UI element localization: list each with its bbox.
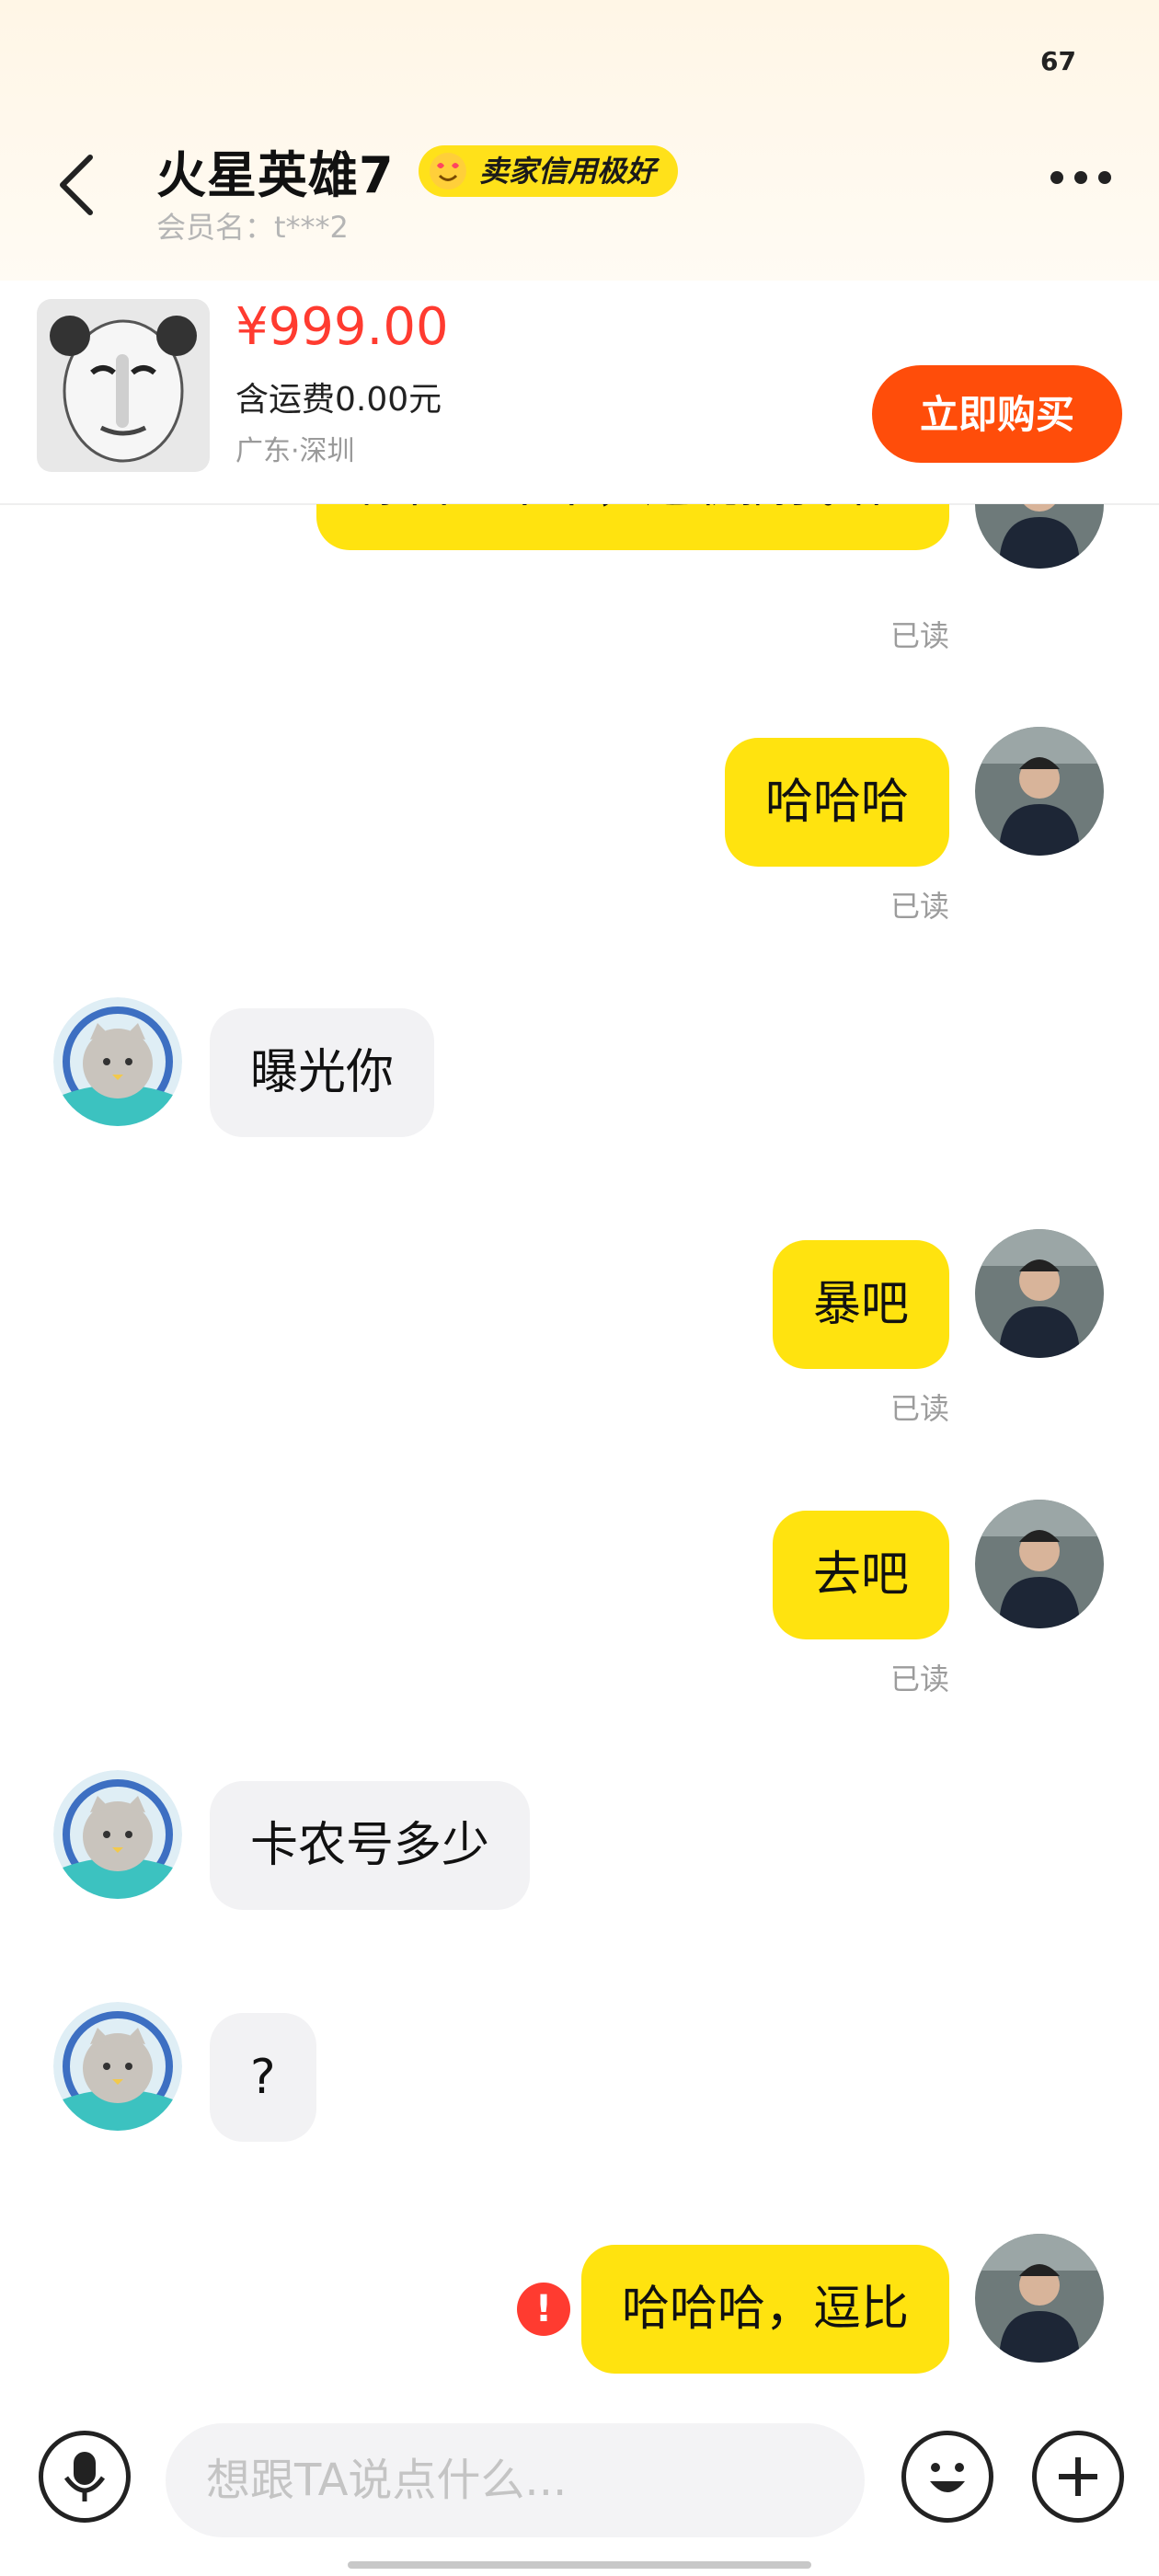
input-bar	[0, 2403, 1159, 2550]
my-avatar[interactable]	[975, 1229, 1104, 1358]
plus-icon[interactable]	[1032, 2431, 1124, 2523]
send-failed-icon[interactable]: !	[517, 2283, 570, 2336]
read-status: 已读	[889, 618, 949, 653]
more-options-icon[interactable]	[1050, 171, 1111, 184]
my-avatar[interactable]	[975, 2234, 1104, 2363]
message-bubble[interactable]: 暴吧	[772, 1240, 949, 1369]
product-location: 广东·深圳	[235, 435, 355, 467]
my-avatar[interactable]	[975, 504, 1104, 569]
product-card[interactable]: ¥999.00 含运费0.00元 广东·深圳 立即购买	[0, 281, 1159, 505]
buy-now-button[interactable]: 立即购买	[872, 365, 1122, 463]
message-bubble[interactable]: 曝光你	[210, 1008, 435, 1137]
back-arrow-icon[interactable]	[53, 152, 101, 218]
message-bubble[interactable]: ?	[210, 2013, 316, 2142]
home-indicator[interactable]	[348, 2561, 811, 2569]
read-status: 已读	[889, 1391, 949, 1426]
read-status: 已读	[889, 1662, 949, 1696]
credit-badge-label: 卖家信用极好	[479, 154, 657, 189]
message-input[interactable]	[166, 2423, 865, 2537]
member-name: 会员名：t***2	[156, 210, 349, 245]
seller-avatar[interactable]	[53, 997, 182, 1126]
read-status: 已读	[889, 889, 949, 924]
message-bubble[interactable]: 卡农号多少	[210, 1781, 531, 1910]
credit-badge[interactable]: 卖家信用极好	[419, 145, 679, 197]
my-avatar[interactable]	[975, 727, 1104, 856]
message-bubble[interactable]: 去吧	[772, 1511, 949, 1639]
seller-name[interactable]: 火星英雄7	[156, 134, 395, 207]
battery-level: 67	[1040, 46, 1076, 76]
product-price: ¥999.00	[235, 297, 449, 357]
seller-avatar[interactable]	[53, 1770, 182, 1899]
shipping-fee: 含运费0.00元	[235, 381, 442, 419]
voice-input-icon[interactable]	[39, 2431, 131, 2523]
product-thumbnail[interactable]	[37, 299, 210, 472]
my-avatar[interactable]	[975, 1500, 1104, 1628]
message-bubble[interactable]: 哈哈哈	[724, 738, 949, 867]
chat-messages[interactable]: 你自己不下，还耽搁我咯? 已读 哈哈哈 已读 曝光你 暴吧 已读 去吧 已读 卡…	[0, 504, 1159, 2381]
message-bubble[interactable]: 你自己不下，还耽搁我咯?	[316, 504, 949, 550]
message-bubble[interactable]: 哈哈哈，逗比	[580, 2245, 949, 2374]
heart-eyes-emoji-icon	[430, 153, 466, 190]
seller-avatar[interactable]	[53, 2002, 182, 2131]
emoji-icon[interactable]	[901, 2431, 993, 2523]
